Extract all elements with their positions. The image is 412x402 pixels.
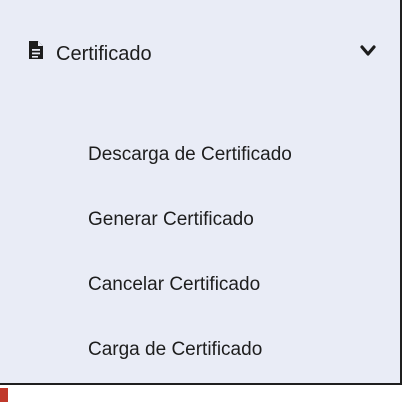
submenu-item-cancelar[interactable]: Cancelar Certificado	[0, 258, 400, 312]
submenu-item-label: Generar Certificado	[88, 209, 254, 230]
submenu-item-descarga[interactable]: Descarga de Certificado	[0, 128, 400, 182]
submenu-item-generar[interactable]: Generar Certificado	[0, 193, 400, 247]
chevron-down-icon[interactable]	[360, 44, 376, 58]
certificado-menu-header[interactable]: Certificado	[0, 0, 400, 110]
submenu-item-label: Cancelar Certificado	[88, 274, 261, 295]
menu-header-label: Certificado	[56, 43, 152, 65]
submenu-item-label: Descarga de Certificado	[88, 144, 292, 165]
submenu-item-carga[interactable]: Carga de Certificado	[0, 323, 400, 377]
bottom-edge-marker	[0, 388, 8, 402]
document-icon	[29, 41, 43, 59]
certificado-menu-panel: Certificado Descarga de Certificado Gene…	[0, 0, 402, 385]
submenu-item-label: Carga de Certificado	[88, 339, 263, 360]
